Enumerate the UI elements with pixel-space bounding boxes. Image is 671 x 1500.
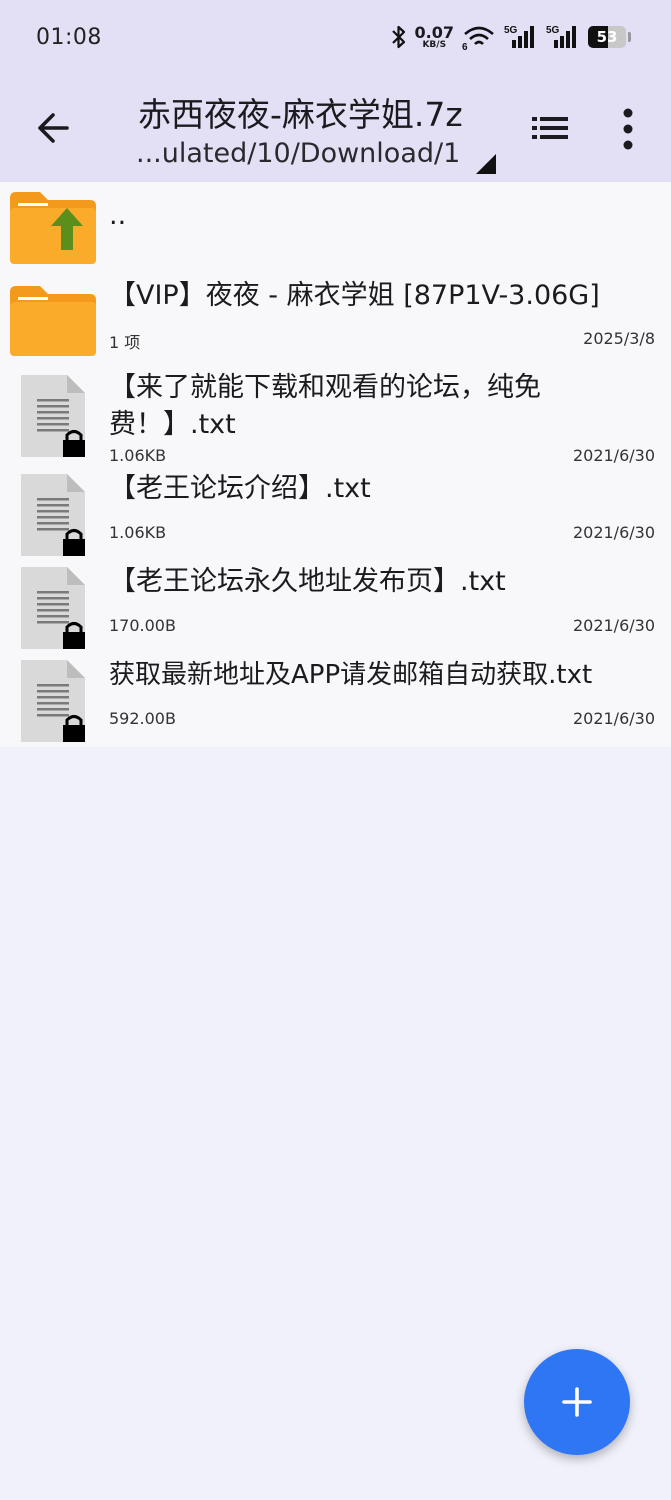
file-name: .. xyxy=(109,200,127,231)
network-speed-value: 0.07 xyxy=(414,22,454,42)
list-view-icon xyxy=(532,117,568,139)
file-meta: 170.00B xyxy=(109,616,176,635)
list-item-parent[interactable]: .. xyxy=(0,182,671,272)
signal-5g-icon-1: 5G xyxy=(504,25,534,48)
list-item-file[interactable]: 获取最新地址及APP请发邮箱自动获取.txt 592.00B 2021/6/30 xyxy=(0,652,671,747)
signal-5g-icon-2: 5G xyxy=(546,25,576,48)
file-name-line-1: 【来了就能下载和观看的论坛，纯免 xyxy=(109,372,541,403)
file-meta: 1.06KB xyxy=(109,523,167,542)
file-meta: 592.00B xyxy=(109,709,176,728)
signal-2-label: 5G xyxy=(546,25,560,36)
list-item-file[interactable]: 【老王论坛介绍】.txt 1.06KB 2021/6/30 xyxy=(0,466,671,559)
network-speed-unit: KB/S xyxy=(422,39,447,50)
file-list: .. 【VIP】夜夜 - 麻衣学姐 [87P1V-3.06G] 1 项 2025… xyxy=(0,182,671,747)
locked-text-file-icon xyxy=(21,660,85,742)
battery-icon: 53 xyxy=(588,26,626,48)
list-item-folder[interactable]: 【VIP】夜夜 - 麻衣学姐 [87P1V-3.06G] 1 项 2025/3/… xyxy=(0,272,671,366)
file-date: 2021/6/30 xyxy=(572,616,655,635)
file-name: 【老王论坛永久地址发布页】.txt xyxy=(109,566,506,597)
signal-1-label: 5G xyxy=(504,25,518,36)
add-fab-button[interactable] xyxy=(524,1349,630,1455)
list-item-file[interactable]: 【来了就能下载和观看的论坛，纯免 费！】.txt 1.06KB 2021/6/3… xyxy=(0,366,671,466)
file-name: 【VIP】夜夜 - 麻衣学姐 [87P1V-3.06G] xyxy=(109,280,600,311)
back-button[interactable] xyxy=(30,105,76,151)
path-selector[interactable]: ...ulated/10/Download/1 xyxy=(136,138,504,178)
list-item-file[interactable]: 【老王论坛永久地址发布页】.txt 170.00B 2021/6/30 xyxy=(0,559,671,652)
file-meta: 1 项 xyxy=(109,333,141,352)
file-date: 2021/6/30 xyxy=(572,709,655,728)
file-name-line-2: 费！】.txt xyxy=(109,409,236,440)
plus-icon xyxy=(562,1387,592,1417)
app-bar: 01:08 0.07 KB/S 6 5G 5G 53 赤西夜夜-麻衣学姐.7z … xyxy=(0,0,671,182)
locked-text-file-icon xyxy=(21,567,85,649)
bluetooth-icon xyxy=(391,25,405,49)
folder-icon xyxy=(10,286,96,356)
status-bar: 01:08 0.07 KB/S 6 5G 5G 53 xyxy=(0,0,671,80)
dropdown-caret-icon xyxy=(476,154,496,174)
wifi-label: 6 xyxy=(462,42,468,50)
file-name: 获取最新地址及APP请发邮箱自动获取.txt xyxy=(109,660,593,690)
folder-up-icon xyxy=(10,192,96,264)
file-date: 2021/6/30 xyxy=(572,523,655,542)
arrow-left-icon xyxy=(38,113,69,143)
status-time: 01:08 xyxy=(36,25,102,50)
more-vertical-icon xyxy=(623,108,633,150)
file-name: 【老王论坛介绍】.txt xyxy=(109,473,371,504)
battery-cap xyxy=(628,32,631,42)
locked-text-file-icon xyxy=(21,474,85,556)
network-speed: 0.07 KB/S xyxy=(414,22,454,50)
more-options-button[interactable] xyxy=(606,104,650,154)
locked-text-file-icon xyxy=(21,375,85,457)
wifi-icon: 6 xyxy=(462,26,494,50)
status-icons: 0.07 KB/S 6 5G 5G 53 xyxy=(391,24,631,50)
file-meta: 1.06KB xyxy=(109,446,167,465)
file-date: 2025/3/8 xyxy=(583,329,655,348)
file-date: 2021/6/30 xyxy=(572,446,655,465)
archive-title: 赤西夜夜-麻衣学姐.7z xyxy=(138,95,463,134)
path-text: ...ulated/10/Download/1 xyxy=(136,138,461,169)
battery-level: 53 xyxy=(596,28,618,46)
list-view-button[interactable] xyxy=(528,108,572,148)
